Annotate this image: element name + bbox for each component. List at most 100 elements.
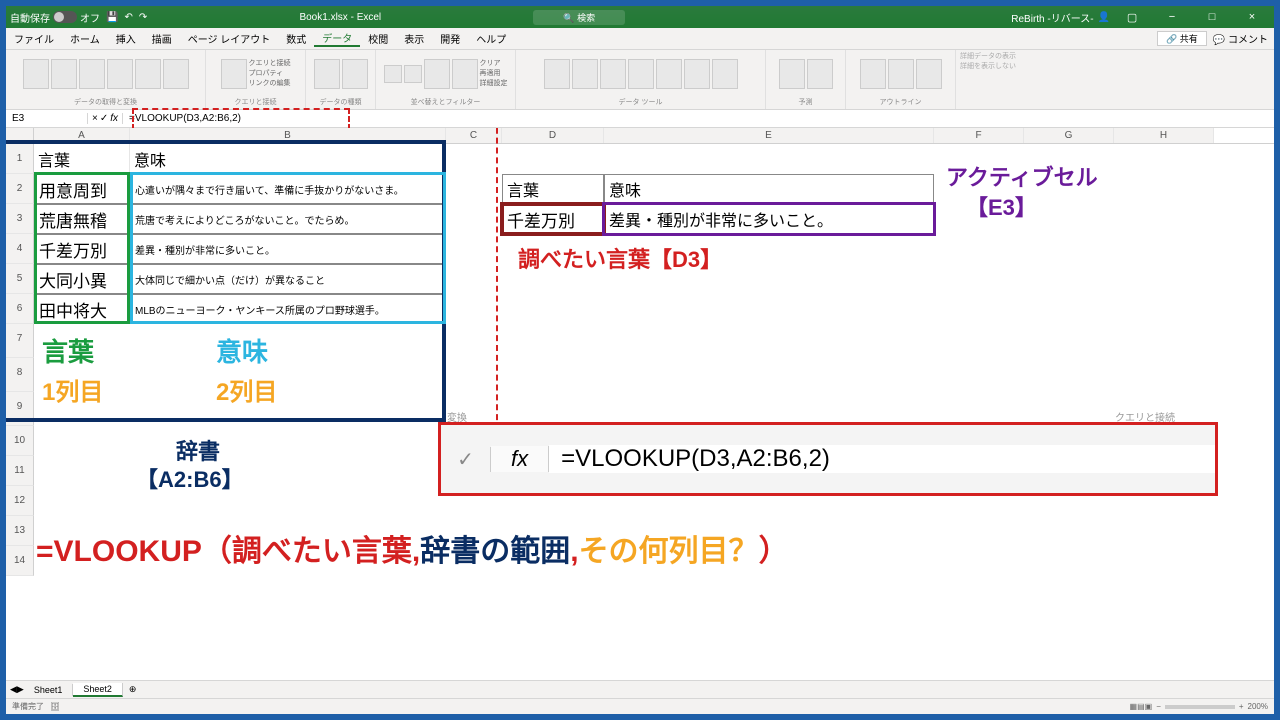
cell-a3[interactable]: 荒唐無稽	[34, 204, 130, 234]
menu-home[interactable]: ホーム	[62, 31, 108, 46]
sheet-tab-2[interactable]: Sheet2	[73, 683, 123, 697]
tab-scroll-left-icon[interactable]: ◀	[10, 684, 17, 695]
show-detail-link[interactable]: 詳細データの表示	[960, 52, 1270, 62]
from-csv-icon[interactable]	[51, 59, 77, 89]
refresh-all-icon[interactable]	[221, 59, 247, 89]
user-name[interactable]: ReBirth -リバース-	[1011, 10, 1093, 25]
cell-a4[interactable]: 千差万別	[34, 234, 130, 264]
subtotal-icon[interactable]	[916, 59, 942, 89]
sort-icon[interactable]	[424, 59, 450, 89]
tab-scroll-right-icon[interactable]: ▶	[17, 684, 24, 695]
col-header-h[interactable]: H	[1114, 128, 1214, 143]
stocks-icon[interactable]	[314, 59, 340, 89]
cell-b5[interactable]: 大体同じで細かい点（だけ）が異なること	[130, 264, 446, 294]
properties-link[interactable]: プロパティ	[249, 69, 291, 79]
relationships-icon[interactable]	[684, 59, 710, 89]
cell-b3[interactable]: 荒唐で考えによりどころがないこと。でたらめ。	[130, 204, 446, 234]
menu-data[interactable]: データ	[314, 30, 360, 47]
menu-dev[interactable]: 開発	[432, 31, 468, 46]
row-header-1[interactable]: 1	[6, 144, 34, 174]
recent-sources-icon[interactable]	[135, 59, 161, 89]
col-header-g[interactable]: G	[1024, 128, 1114, 143]
existing-conn-icon[interactable]	[163, 59, 189, 89]
cell-a5[interactable]: 大同小異	[34, 264, 130, 294]
cell-e2[interactable]: 意味	[604, 174, 934, 204]
view-pagebreak-icon[interactable]: ▣	[1145, 702, 1153, 711]
cell-e3[interactable]: 差異・種別が非常に多いこと。	[604, 204, 934, 234]
cell-b2[interactable]: 心遣いが隅々まで行き届いて、準備に手抜かりがないさま。	[130, 174, 446, 204]
sort-asc-icon[interactable]	[384, 65, 402, 83]
menu-layout[interactable]: ページ レイアウト	[180, 31, 279, 46]
menu-draw[interactable]: 描画	[144, 31, 180, 46]
user-avatar-icon[interactable]: 👤	[1098, 12, 1110, 23]
remove-duplicates-icon[interactable]	[600, 59, 626, 89]
col-header-a[interactable]: A	[34, 128, 130, 143]
text-to-columns-icon[interactable]	[544, 59, 570, 89]
menu-file[interactable]: ファイル	[6, 31, 62, 46]
col-header-d[interactable]: D	[502, 128, 604, 143]
row-header-3[interactable]: 3	[6, 204, 34, 234]
fx-icon[interactable]: fx	[110, 113, 118, 124]
flash-fill-icon[interactable]	[572, 59, 598, 89]
ribbon-display-icon[interactable]: ▢	[1114, 11, 1150, 24]
col-header-e[interactable]: E	[604, 128, 934, 143]
comments-button[interactable]: 💬 コメント	[1207, 31, 1274, 46]
zoom-in-button[interactable]: +	[1239, 702, 1244, 711]
clear-link[interactable]: クリア	[480, 59, 508, 69]
hide-detail-link[interactable]: 詳細を表示しない	[960, 62, 1270, 72]
forecast-sheet-icon[interactable]	[807, 59, 833, 89]
cell-a2[interactable]: 用意周到	[34, 174, 130, 204]
menu-formula[interactable]: 数式	[278, 31, 314, 46]
add-sheet-button[interactable]: ⊕	[123, 684, 143, 695]
row-header-4[interactable]: 4	[6, 234, 34, 264]
row-header-11[interactable]: 11	[6, 456, 34, 486]
row-header-2[interactable]: 2	[6, 174, 34, 204]
zoom-out-button[interactable]: −	[1156, 702, 1161, 711]
menu-insert[interactable]: 挿入	[108, 31, 144, 46]
formula-bar-input[interactable]: =VLOOKUP(D3,A2:B6,2)	[123, 113, 1274, 124]
row-header-10[interactable]: 10	[6, 426, 34, 456]
cell-b4[interactable]: 差異・種別が非常に多いこと。	[130, 234, 446, 264]
row-header-12[interactable]: 12	[6, 486, 34, 516]
cell-d3[interactable]: 千差万別	[502, 204, 604, 234]
row-header-6[interactable]: 6	[6, 294, 34, 324]
from-web-icon[interactable]	[79, 59, 105, 89]
row-header-13[interactable]: 13	[6, 516, 34, 546]
select-all-corner[interactable]	[6, 128, 34, 143]
data-model-icon[interactable]	[712, 59, 738, 89]
menu-view[interactable]: 表示	[396, 31, 432, 46]
menu-help[interactable]: ヘルプ	[468, 31, 514, 46]
cell-a6[interactable]: 田中将大	[34, 294, 130, 324]
reapply-link[interactable]: 再適用	[480, 69, 508, 79]
consolidate-icon[interactable]	[656, 59, 682, 89]
macro-rec-icon[interactable]: 🗄	[50, 702, 60, 711]
close-button[interactable]: ×	[1234, 11, 1270, 23]
zoom-level[interactable]: 200%	[1248, 702, 1268, 711]
switch-icon[interactable]	[53, 11, 77, 23]
zoom-slider[interactable]	[1165, 705, 1235, 709]
cell-d2[interactable]: 言葉	[502, 174, 604, 204]
col-header-b[interactable]: B	[130, 128, 446, 143]
sheet-tab-1[interactable]: Sheet1	[24, 684, 74, 696]
minimize-button[interactable]: −	[1154, 11, 1190, 23]
redo-icon[interactable]: ↷	[139, 12, 147, 23]
search-input[interactable]: 🔍 検索	[533, 10, 625, 25]
get-data-icon[interactable]	[23, 59, 49, 89]
filter-icon[interactable]	[452, 59, 478, 89]
cell-b6[interactable]: MLBのニューヨーク・ヤンキース所属のプロ野球選手。	[130, 294, 446, 324]
queries-link[interactable]: クエリと接続	[249, 59, 291, 69]
geography-icon[interactable]	[342, 59, 368, 89]
undo-icon[interactable]: ↶	[124, 12, 132, 23]
share-button[interactable]: 🔗 共有	[1157, 31, 1207, 46]
view-normal-icon[interactable]: ▦	[1130, 702, 1138, 711]
advanced-link[interactable]: 詳細設定	[480, 79, 508, 89]
maximize-button[interactable]: □	[1194, 11, 1230, 23]
col-header-f[interactable]: F	[934, 128, 1024, 143]
cell-b1[interactable]: 意味	[130, 144, 446, 174]
sort-desc-icon[interactable]	[404, 65, 422, 83]
spreadsheet-grid[interactable]: A B C D E F G H 1 2 3 4 5 6 7 8 9 10 11 …	[6, 128, 1274, 680]
name-box[interactable]: E3	[6, 113, 88, 124]
cancel-formula-icon[interactable]: ×	[92, 113, 98, 124]
data-validation-icon[interactable]	[628, 59, 654, 89]
menu-review[interactable]: 校閲	[360, 31, 396, 46]
